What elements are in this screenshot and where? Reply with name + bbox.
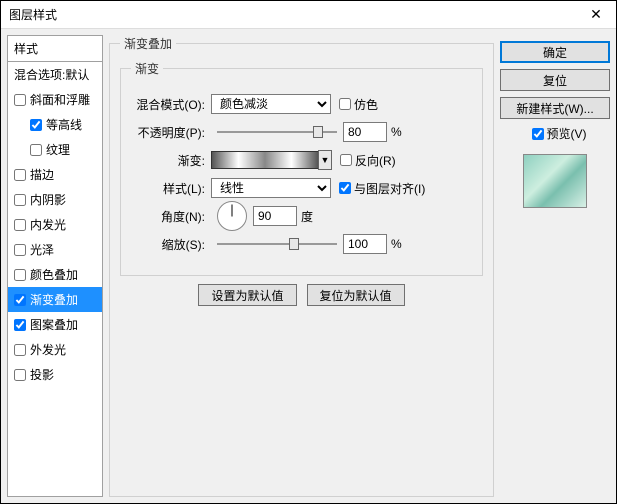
style-item-label: 斜面和浮雕 — [30, 91, 90, 108]
style-item-label: 图案叠加 — [30, 316, 78, 333]
style-item-label: 等高线 — [46, 116, 82, 133]
dither-input[interactable] — [339, 98, 351, 110]
style-item-checkbox[interactable] — [14, 344, 26, 356]
style-item-7[interactable]: 颜色叠加 — [8, 262, 102, 287]
gradient-label: 渐变: — [131, 152, 211, 169]
group-title: 渐变叠加 — [120, 35, 176, 52]
style-item-1[interactable]: 等高线 — [8, 112, 102, 137]
blend-options-item[interactable]: 混合选项:默认 — [8, 62, 102, 87]
style-item-checkbox[interactable] — [14, 369, 26, 381]
ok-button[interactable]: 确定 — [500, 41, 610, 63]
style-label: 样式(L): — [131, 180, 211, 197]
opacity-input[interactable] — [343, 122, 387, 142]
blend-options-label: 混合选项:默认 — [14, 66, 89, 83]
new-style-button[interactable]: 新建样式(W)... — [500, 97, 610, 119]
settings-panel: 渐变叠加 渐变 混合模式(O): 颜色减淡 仿色 不透明度(P): — [109, 35, 494, 497]
layer-style-dialog: 图层样式 ✕ 样式 混合选项:默认 斜面和浮雕等高线纹理描边内阴影内发光光泽颜色… — [0, 0, 617, 504]
reverse-input[interactable] — [340, 154, 352, 166]
style-item-2[interactable]: 纹理 — [8, 137, 102, 162]
styles-header: 样式 — [8, 36, 102, 62]
scale-slider[interactable] — [217, 236, 337, 252]
opacity-unit: % — [391, 125, 402, 139]
scale-unit: % — [391, 237, 402, 251]
style-item-label: 外发光 — [30, 341, 66, 358]
angle-label: 角度(N): — [131, 208, 211, 225]
dither-checkbox[interactable]: 仿色 — [339, 96, 378, 113]
style-select[interactable]: 线性 — [211, 178, 331, 198]
style-item-checkbox[interactable] — [30, 144, 42, 156]
style-item-10[interactable]: 外发光 — [8, 337, 102, 362]
scale-input[interactable] — [343, 234, 387, 254]
style-item-9[interactable]: 图案叠加 — [8, 312, 102, 337]
style-item-label: 纹理 — [46, 141, 70, 158]
inner-title: 渐变 — [131, 60, 163, 77]
angle-unit: 度 — [301, 208, 313, 225]
dither-label: 仿色 — [354, 96, 378, 113]
preview-input[interactable] — [532, 128, 544, 140]
style-item-checkbox[interactable] — [14, 294, 26, 306]
preview-checkbox[interactable]: 预览(V) — [508, 125, 610, 142]
align-input[interactable] — [339, 182, 351, 194]
style-item-3[interactable]: 描边 — [8, 162, 102, 187]
style-item-checkbox[interactable] — [14, 194, 26, 206]
preview-label: 预览(V) — [547, 125, 587, 142]
right-panel: 确定 复位 新建样式(W)... 预览(V) — [500, 35, 610, 497]
opacity-label: 不透明度(P): — [131, 124, 211, 141]
style-item-checkbox[interactable] — [14, 169, 26, 181]
style-item-label: 渐变叠加 — [30, 291, 78, 308]
reverse-label: 反向(R) — [355, 152, 396, 169]
gradient-dropdown-icon[interactable]: ▼ — [318, 150, 332, 170]
style-item-label: 投影 — [30, 366, 54, 383]
style-item-checkbox[interactable] — [14, 94, 26, 106]
align-checkbox[interactable]: 与图层对齐(I) — [339, 180, 425, 197]
style-item-checkbox[interactable] — [14, 319, 26, 331]
style-item-8[interactable]: 渐变叠加 — [8, 287, 102, 312]
style-item-label: 颜色叠加 — [30, 266, 78, 283]
style-item-5[interactable]: 内发光 — [8, 212, 102, 237]
style-item-checkbox[interactable] — [30, 119, 42, 131]
window-title: 图层样式 — [9, 6, 57, 23]
style-item-checkbox[interactable] — [14, 219, 26, 231]
angle-input[interactable] — [253, 206, 297, 226]
opacity-slider[interactable] — [217, 124, 337, 140]
blend-mode-label: 混合模式(O): — [131, 96, 211, 113]
titlebar: 图层样式 ✕ — [1, 1, 616, 29]
align-label: 与图层对齐(I) — [354, 180, 425, 197]
style-item-label: 内阴影 — [30, 191, 66, 208]
style-item-11[interactable]: 投影 — [8, 362, 102, 387]
style-item-label: 内发光 — [30, 216, 66, 233]
style-item-label: 光泽 — [30, 241, 54, 258]
reverse-checkbox[interactable]: 反向(R) — [340, 152, 396, 169]
style-item-6[interactable]: 光泽 — [8, 237, 102, 262]
close-button[interactable]: ✕ — [576, 1, 616, 29]
preview-thumbnail — [523, 154, 587, 208]
style-item-checkbox[interactable] — [14, 244, 26, 256]
blend-mode-select[interactable]: 颜色减淡 — [211, 94, 331, 114]
style-item-label: 描边 — [30, 166, 54, 183]
style-item-0[interactable]: 斜面和浮雕 — [8, 87, 102, 112]
scale-label: 缩放(S): — [131, 236, 211, 253]
styles-panel: 样式 混合选项:默认 斜面和浮雕等高线纹理描边内阴影内发光光泽颜色叠加渐变叠加图… — [7, 35, 103, 497]
style-item-checkbox[interactable] — [14, 269, 26, 281]
cancel-button[interactable]: 复位 — [500, 69, 610, 91]
angle-dial[interactable] — [217, 201, 247, 231]
style-item-4[interactable]: 内阴影 — [8, 187, 102, 212]
gradient-preview[interactable] — [211, 151, 319, 169]
reset-default-button[interactable]: 复位为默认值 — [307, 284, 405, 306]
make-default-button[interactable]: 设置为默认值 — [198, 284, 296, 306]
